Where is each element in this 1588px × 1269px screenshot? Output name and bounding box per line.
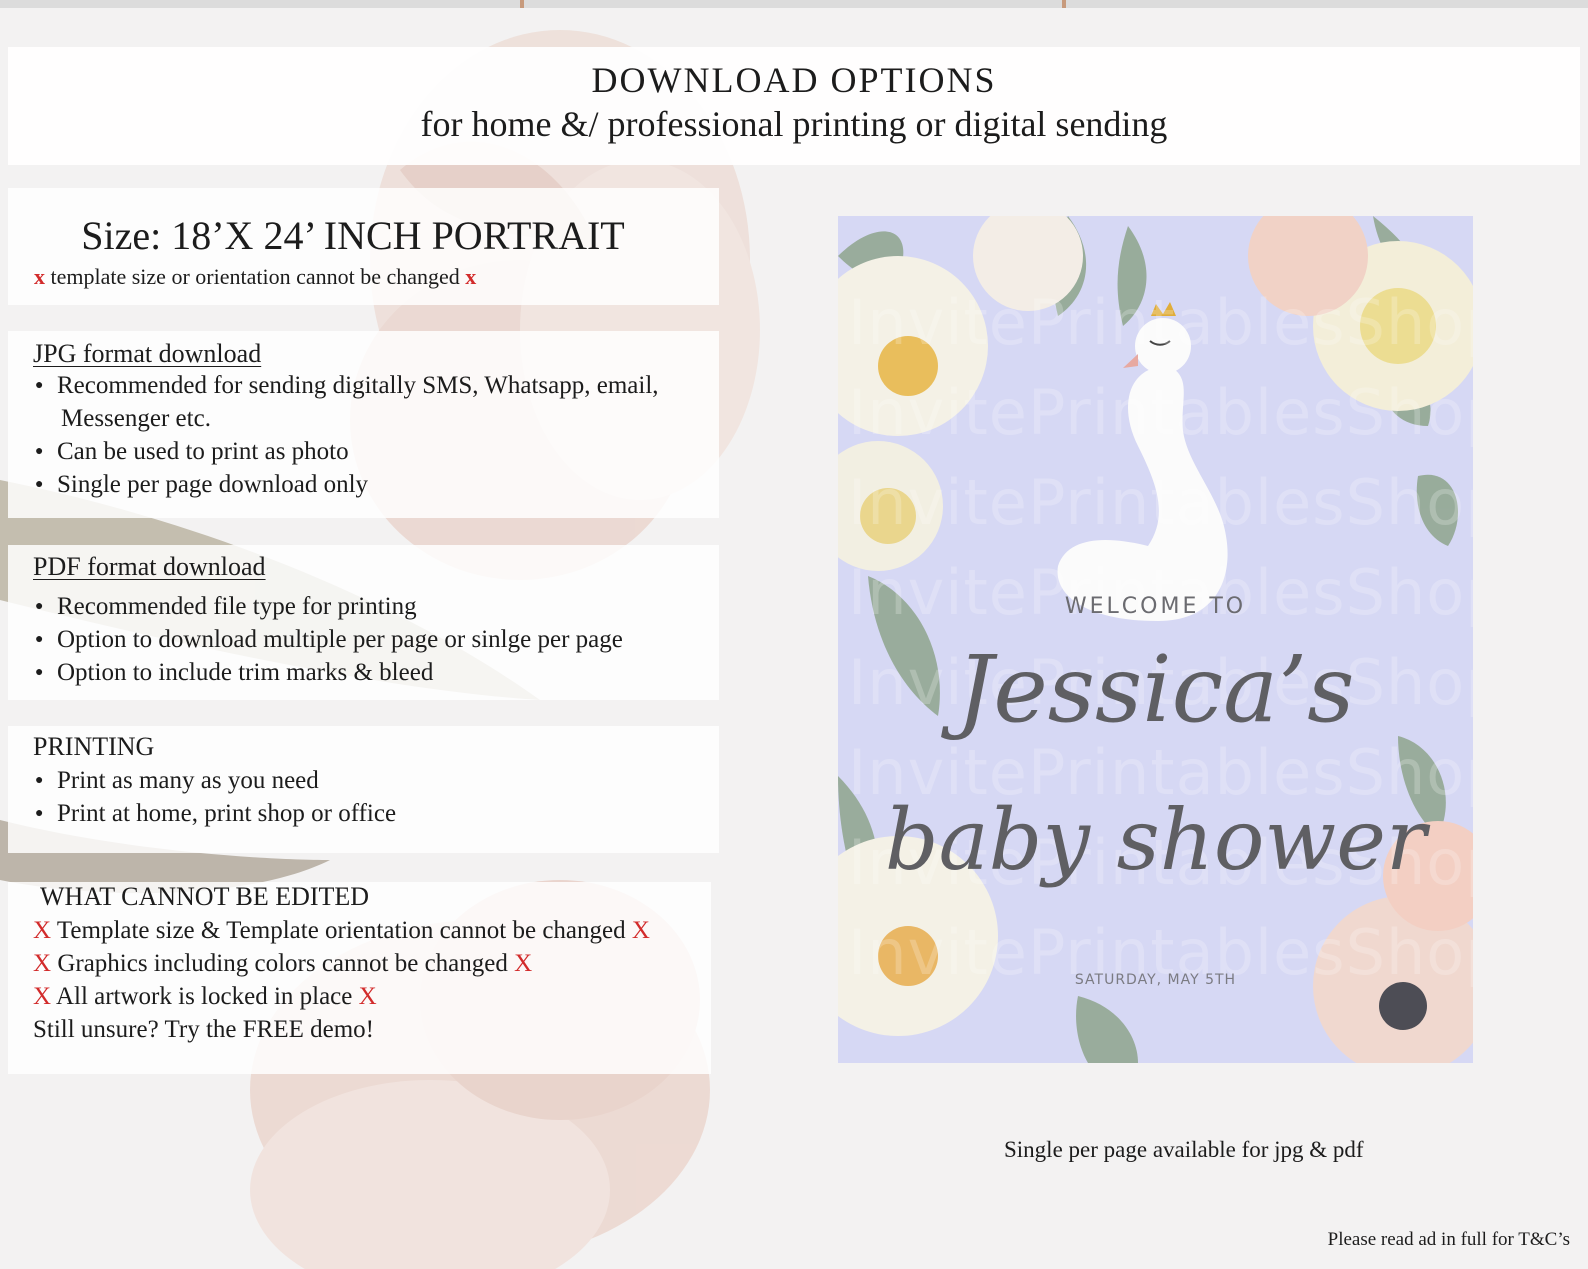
printing-heading: PRINTING: [33, 732, 155, 761]
printing-panel: PRINTING Print as many as you need Print…: [8, 726, 719, 853]
list-item: Still unsure? Try the FREE demo!: [33, 1013, 650, 1046]
pdf-heading: PDF format download: [33, 552, 266, 581]
preview-caption: Single per page available for jpg & pdf: [1004, 1137, 1364, 1162]
poster-welcome: WELCOME TO: [1064, 594, 1247, 619]
list-item: Option to include trim marks & bleed: [33, 656, 623, 689]
page-subtitle: for home &/ professional printing or dig…: [420, 104, 1168, 144]
watermark-text: InvitePrintablesShop: [848, 286, 1473, 359]
jpg-heading: JPG format download: [33, 339, 262, 368]
pdf-bullet-list: Recommended file type for printing Optio…: [33, 590, 623, 689]
list-item-text: Recommended for sending digitally SMS, W…: [57, 372, 659, 399]
x-mark: X: [514, 950, 533, 977]
list-item: Print at home, print shop or office: [33, 797, 396, 830]
list-item-text: Recommended file type for printing: [57, 593, 417, 620]
watermark-text: InvitePrintablesShop: [848, 376, 1473, 449]
list-item-text: All artwork is locked in place: [55, 983, 353, 1010]
size-title: Size: 18’X 24’ INCH PORTRAIT: [81, 213, 625, 258]
poster-date: SATURDAY, MAY 5TH: [1074, 972, 1237, 988]
cannot-edit-heading: WHAT CANNOT BE EDITED: [40, 882, 370, 911]
list-item-text: Print as many as you need: [57, 767, 319, 794]
watermark-text: InvitePrintablesShop: [848, 466, 1473, 539]
list-item-text: Template size & Template orientation can…: [56, 917, 626, 944]
list-item: X All artwork is locked in place X: [33, 980, 650, 1013]
list-item-text: Print at home, print shop or office: [57, 800, 397, 827]
poster-name: Jessica’s: [956, 636, 1355, 743]
list-item-text: Still unsure? Try the FREE demo!: [33, 1016, 374, 1043]
list-item-text: Option to include trim marks & bleed: [57, 659, 434, 686]
x-mark: x: [34, 264, 45, 289]
x-mark: x: [465, 264, 477, 289]
size-panel: Size: 18’X 24’ INCH PORTRAIT x template …: [8, 188, 719, 305]
list-item: X Template size & Template orientation c…: [33, 914, 650, 947]
x-mark: X: [33, 917, 52, 944]
header-band: DOWNLOAD OPTIONS for home &/ professiona…: [8, 47, 1580, 165]
x-mark: X: [631, 917, 650, 944]
hanger-hook: [1062, 0, 1066, 8]
footer-note: Please read ad in full for T&C’s: [1327, 1229, 1570, 1250]
list-item-text: Single per page download only: [57, 471, 369, 498]
cannot-edit-list: X Template size & Template orientation c…: [33, 914, 650, 1046]
size-note-text: template size or orientation cannot be c…: [50, 264, 460, 289]
list-item: Recommended for sending digitally SMS, W…: [33, 369, 659, 435]
list-item-text: Messenger etc.: [61, 405, 211, 432]
size-note: x template size or orientation cannot be…: [34, 264, 476, 290]
x-mark: X: [358, 983, 377, 1010]
list-item-text: Option to download multiple per page or …: [57, 626, 623, 653]
list-item-text: Graphics including colors cannot be chan…: [57, 950, 508, 977]
x-mark: X: [33, 950, 52, 977]
pdf-panel: PDF format download Recommended file typ…: [8, 545, 719, 700]
page-title: DOWNLOAD OPTIONS: [591, 60, 997, 100]
jpg-bullet-list: Recommended for sending digitally SMS, W…: [33, 369, 659, 501]
list-item: Recommended file type for printing: [33, 590, 623, 623]
list-item: X Graphics including colors cannot be ch…: [33, 947, 650, 980]
printing-bullet-list: Print as many as you need Print at home,…: [33, 764, 396, 830]
poster-event: baby shower: [884, 791, 1427, 889]
list-item-text: Can be used to print as photo: [57, 438, 349, 465]
x-mark: X: [33, 983, 52, 1010]
list-item: Single per page download only: [33, 468, 659, 501]
jpg-panel: JPG format download Recommended for send…: [8, 331, 719, 518]
list-item: Can be used to print as photo: [33, 435, 659, 468]
poster-preview: InvitePrintablesShop InvitePrintablesSho…: [838, 216, 1473, 1063]
list-item: Option to download multiple per page or …: [33, 623, 623, 656]
list-item: Print as many as you need: [33, 764, 396, 797]
cannot-edit-panel: WHAT CANNOT BE EDITED X Template size & …: [8, 882, 711, 1074]
